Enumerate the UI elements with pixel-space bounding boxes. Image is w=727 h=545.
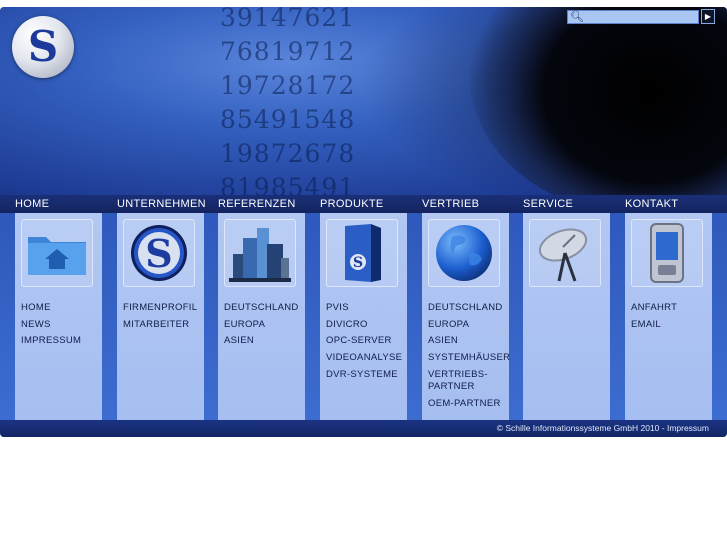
company-logo-icon[interactable]: S xyxy=(123,219,195,287)
link-europa[interactable]: EUROPA xyxy=(428,317,516,334)
link-videoanalyse[interactable]: VIDEOANALYSE xyxy=(326,350,414,367)
link-opc-server[interactable]: OPC-SERVER xyxy=(326,333,414,350)
satellite-dish-icon[interactable] xyxy=(529,219,601,287)
nav-unternehmen[interactable]: UNTERNEHMEN xyxy=(117,195,206,213)
column-unternehmen: S FIRMENPROFIL MITARBEITER xyxy=(117,213,204,420)
link-dvr-systeme[interactable]: DVR-SYSTEME xyxy=(326,367,414,384)
column-referenzen: DEUTSCHLAND EUROPA ASIEN xyxy=(218,213,305,420)
header-number: 19872678 xyxy=(220,139,356,168)
link-home[interactable]: HOME xyxy=(21,300,109,317)
nav-service[interactable]: SERVICE xyxy=(523,195,573,213)
referenzen-links: DEUTSCHLAND EUROPA ASIEN xyxy=(224,300,312,350)
header-banner: 39147621 76819712 19728172 85491548 1987… xyxy=(0,7,727,195)
arrow-right-icon: ▶ xyxy=(704,12,712,21)
nav-produkte[interactable]: PRODUKTE xyxy=(320,195,384,213)
column-vertrieb: DEUTSCHLAND EUROPA ASIEN SYSTEMHÄUSER VE… xyxy=(422,213,510,420)
link-deutschland[interactable]: DEUTSCHLAND xyxy=(428,300,516,317)
kontakt-links: ANFAHRT EMAIL xyxy=(631,300,719,333)
link-asien[interactable]: ASIEN xyxy=(428,333,516,350)
nav-vertrieb[interactable]: VERTRIEB xyxy=(422,195,479,213)
link-divicro[interactable]: DIVICRO xyxy=(326,317,414,334)
svg-text:S: S xyxy=(145,231,172,276)
column-service xyxy=(523,213,610,420)
home-folder-icon[interactable] xyxy=(21,219,93,287)
header-numbers: 39147621 76819712 19728172 85491548 1987… xyxy=(220,7,355,195)
main-nav: HOME UNTERNEHMEN REFERENZEN PRODUKTE VER… xyxy=(0,195,727,213)
link-systemhaeuser[interactable]: SYSTEMHÄUSER xyxy=(428,350,516,367)
link-mitarbeiter[interactable]: MITARBEITER xyxy=(123,317,211,334)
logo-letter: S xyxy=(27,22,59,71)
company-logo[interactable]: S xyxy=(12,16,74,78)
buildings-icon[interactable] xyxy=(224,219,296,287)
header-number: 19728172 xyxy=(220,71,356,100)
header-number: 81985491 xyxy=(220,173,356,195)
link-anfahrt[interactable]: ANFAHRT xyxy=(631,300,719,317)
link-oem-partner[interactable]: OEM-PARTNER xyxy=(428,396,516,413)
column-kontakt: ANFAHRT EMAIL xyxy=(625,213,712,420)
software-box-icon[interactable]: S xyxy=(326,219,398,287)
footer-bar: © Schille Informationssysteme GmbH 2010 … xyxy=(0,420,727,437)
nav-home[interactable]: HOME xyxy=(15,195,49,213)
link-email[interactable]: EMAIL xyxy=(631,317,719,334)
link-asien[interactable]: ASIEN xyxy=(224,333,312,350)
header-number: 39147621 xyxy=(220,7,356,32)
nav-referenzen[interactable]: REFERENZEN xyxy=(218,195,296,213)
link-europa[interactable]: EUROPA xyxy=(224,317,312,334)
link-pvis[interactable]: PVIS xyxy=(326,300,414,317)
link-firmenprofil[interactable]: FIRMENPROFIL xyxy=(123,300,211,317)
pda-phone-icon[interactable] xyxy=(631,219,703,287)
link-vertriebs-partner[interactable]: VERTRIEBS-PARTNER xyxy=(428,369,498,394)
header-number: 85491548 xyxy=(220,105,356,134)
column-home: HOME NEWS IMPRESSUM xyxy=(15,213,102,420)
globe-icon[interactable] xyxy=(428,219,500,287)
magnifier-icon: 🔍︎ xyxy=(570,11,584,23)
link-deutschland[interactable]: DEUTSCHLAND xyxy=(224,300,312,317)
nav-kontakt[interactable]: KONTAKT xyxy=(625,195,678,213)
search-go-button[interactable]: ▶ xyxy=(701,9,715,24)
site-frame: 39147621 76819712 19728172 85491548 1987… xyxy=(0,7,727,437)
footer-copyright[interactable]: © Schille Informationssysteme GmbH 2010 … xyxy=(497,420,709,437)
unternehmen-links: FIRMENPROFIL MITARBEITER xyxy=(123,300,211,333)
svg-text:S: S xyxy=(353,255,363,271)
column-produkte: S PVIS DIVICRO OPC-SERVER VIDEOANALYSE D… xyxy=(320,213,407,420)
header-number: 76819712 xyxy=(220,37,356,66)
home-links: HOME NEWS IMPRESSUM xyxy=(21,300,109,350)
vertrieb-links: DEUTSCHLAND EUROPA ASIEN SYSTEMHÄUSER VE… xyxy=(428,300,516,413)
link-impressum[interactable]: IMPRESSUM xyxy=(21,333,109,350)
search-input[interactable]: 🔍︎ xyxy=(567,10,699,24)
link-news[interactable]: NEWS xyxy=(21,317,109,334)
produkte-links: PVIS DIVICRO OPC-SERVER VIDEOANALYSE DVR… xyxy=(326,300,414,384)
